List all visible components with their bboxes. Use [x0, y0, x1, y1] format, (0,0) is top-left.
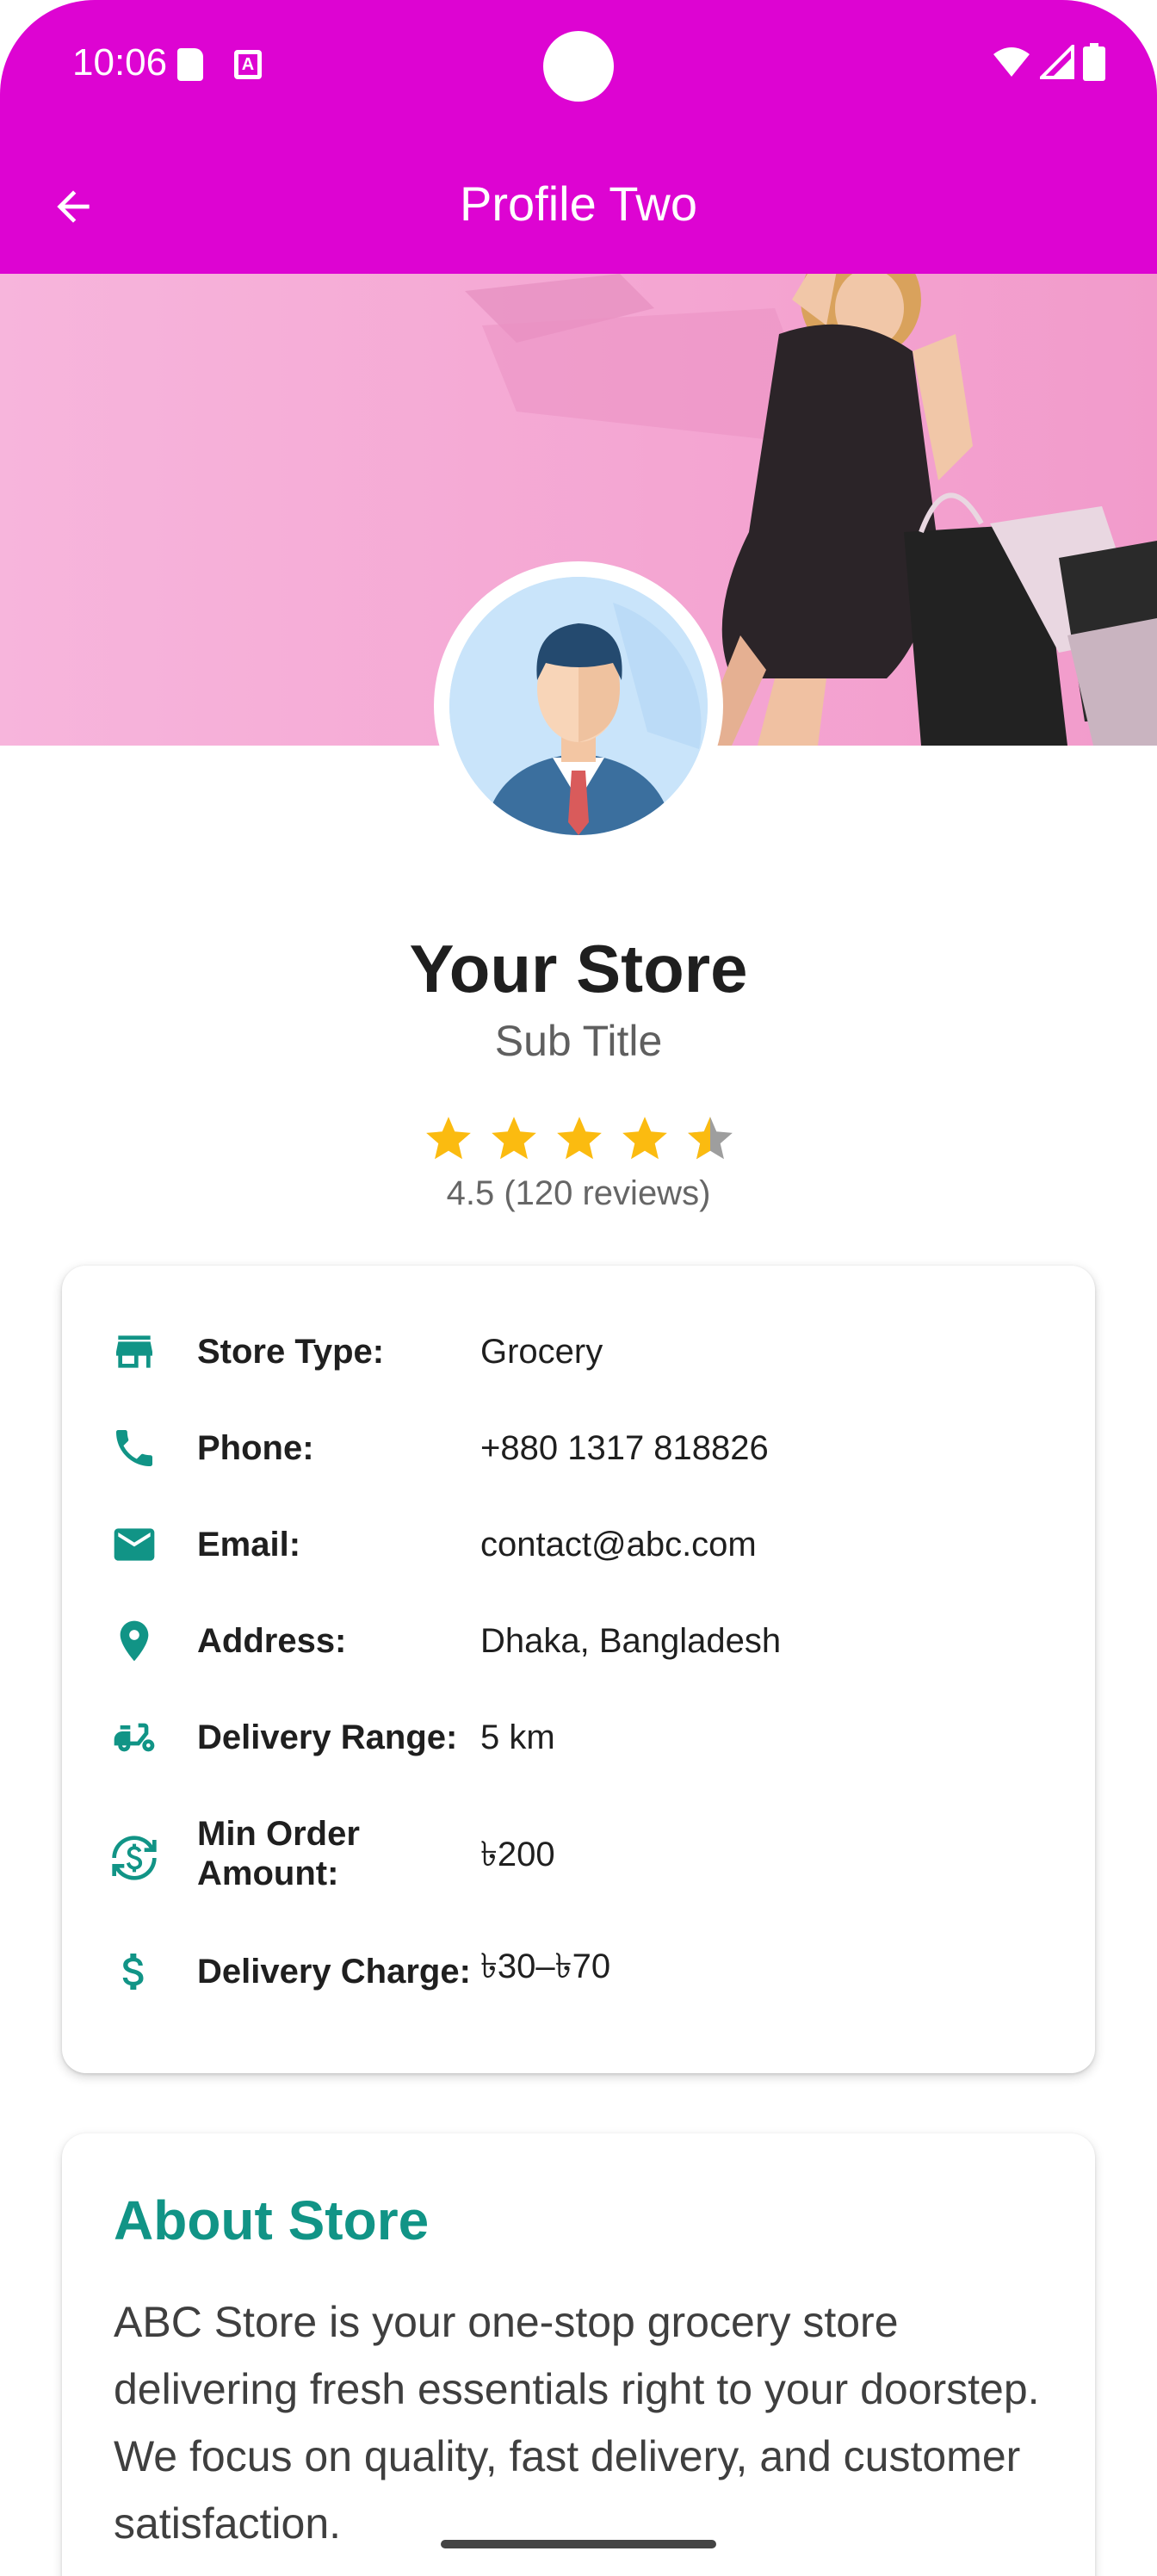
rating-stars — [422, 1112, 737, 1166]
info-value: ৳30–৳70 — [480, 1947, 611, 1985]
info-label: Address: — [197, 1622, 347, 1660]
battery-icon — [1083, 43, 1105, 81]
info-value: 5 km — [480, 1718, 555, 1756]
currency-exchange-icon — [112, 1836, 157, 1880]
star-full-icon — [426, 1117, 471, 1160]
about-store-card: About Store ABC Store is your one-stop g… — [62, 2133, 1095, 2576]
phone-icon — [116, 1430, 152, 1466]
info-label-line2: Amount: — [197, 1855, 339, 1892]
store-subtitle: Sub Title — [494, 1017, 663, 1065]
star-half-icon — [688, 1117, 733, 1160]
star-full-icon — [557, 1117, 602, 1160]
status-time: 10:06 — [72, 41, 168, 84]
info-label: Phone: — [197, 1429, 314, 1467]
signal-icon — [1040, 45, 1074, 79]
dollar-icon — [122, 1954, 144, 1990]
sd-card-icon — [177, 48, 203, 81]
info-label-line1: Min Order — [197, 1815, 360, 1853]
info-label: Email: — [197, 1526, 301, 1564]
star-full-icon — [492, 1117, 536, 1160]
info-value: contact@abc.com — [480, 1526, 757, 1564]
info-label: Delivery Range: — [197, 1718, 458, 1756]
store-icon — [116, 1335, 152, 1368]
about-title: About Store — [114, 2189, 430, 2251]
wifi-icon — [993, 47, 1030, 77]
screen: 10:06 A Profile Two Your Store Sub Title… — [0, 0, 1157, 2576]
store-name: Your Store — [409, 931, 748, 1006]
info-value: +880 1317 818826 — [480, 1429, 769, 1467]
a-box-icon: A — [234, 50, 262, 79]
store-info-card: Store Type: Grocery Phone: +880 1317 818… — [62, 1266, 1095, 2073]
camera-cutout — [543, 31, 614, 102]
info-value: Grocery — [480, 1333, 603, 1371]
email-icon — [114, 1528, 155, 1561]
info-label: Store Type: — [197, 1333, 385, 1371]
status-bar: 10:06 A — [0, 0, 1157, 138]
home-indicator[interactable] — [441, 2540, 716, 2548]
avatar[interactable] — [434, 561, 723, 851]
star-full-icon — [622, 1117, 667, 1160]
app-bar: Profile Two — [0, 138, 1157, 274]
about-text: ABC Store is your one-stop grocery store… — [114, 2298, 1040, 2548]
info-value: ৳200 — [480, 1836, 555, 1873]
delivery-scooter-icon — [114, 1723, 155, 1752]
location-pin-icon — [120, 1620, 149, 1662]
avatar-image — [449, 577, 708, 835]
info-value: Dhaka, Bangladesh — [480, 1622, 782, 1660]
status-icons — [992, 43, 1105, 81]
rating-text: 4.5 (120 reviews) — [446, 1174, 711, 1212]
app-bar-title: Profile Two — [460, 176, 697, 231]
info-label: Delivery Charge: — [197, 1953, 471, 1991]
